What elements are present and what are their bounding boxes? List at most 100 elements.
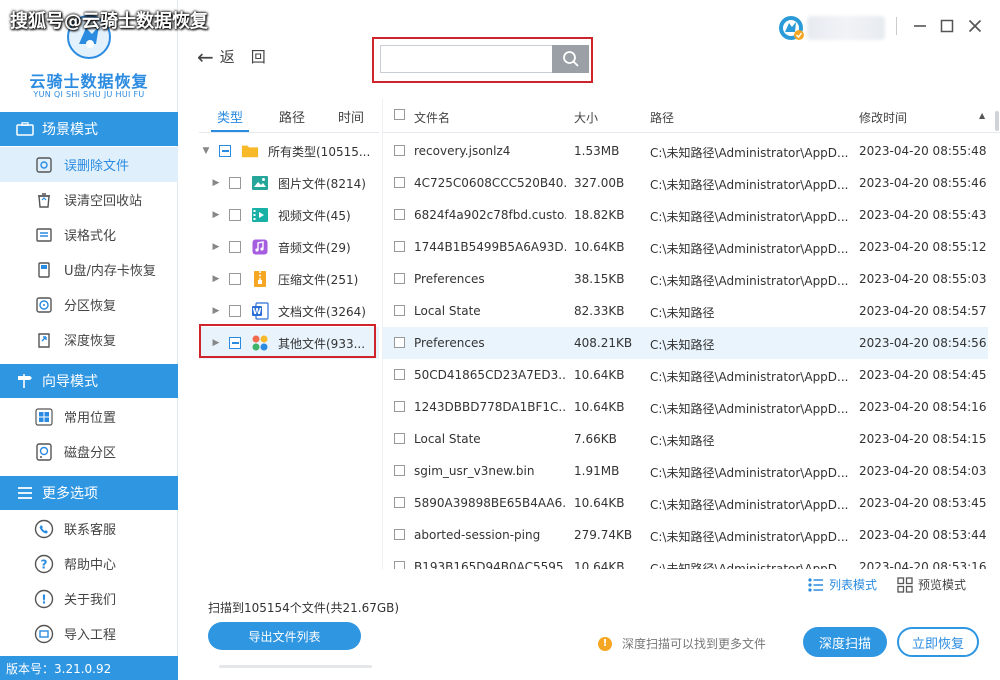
table-row[interactable]: 6824f4a902c78fbd.custo... 18.82KB C:\未知路径\… [383,199,988,231]
tree-checkbox[interactable] [229,177,241,189]
avatar[interactable] [777,14,805,42]
minimize-button[interactable] [908,14,932,38]
tree-item-all-types[interactable]: ▼ 所有类型(10515... [199,135,379,167]
section-header-scene: 场景模式 [0,112,178,146]
list-mode-toggle[interactable]: 列表模式 [808,576,877,593]
expand-triangle-icon[interactable]: ▶ [209,210,223,220]
row-checkbox[interactable] [394,305,405,316]
expand-triangle-icon[interactable]: ▶ [209,178,223,188]
row-checkbox[interactable] [394,529,405,540]
table-row[interactable]: Local State 82.33KB C:\未知路径 2023-04-20 08:5… [383,295,988,327]
table-row[interactable]: Preferences 408.21KB C:\未知路径 2023-04-20 08:… [383,327,988,359]
tree-item-documents[interactable]: ▶ W 文档文件(3264) [199,295,379,327]
tree-item-audio[interactable]: ▶ 音频文件(29) [199,231,379,263]
table-row[interactable]: 4C725C0608CCC520B40... 327.00B C:\未知路径\Adm… [383,167,988,199]
expand-triangle-icon[interactable]: ▶ [209,338,223,348]
sort-ascending-icon[interactable]: ▲ [979,111,985,120]
import-icon [34,624,54,644]
column-header-time[interactable]: 修改时间 [859,109,907,126]
tree-checkbox[interactable] [229,241,241,253]
table-row[interactable]: 50CD41865CD23A7ED3... 10.64KB C:\未知路径\Admi… [383,359,988,391]
username-blurred [807,16,885,40]
tree-checkbox[interactable] [219,145,231,157]
sidebar-item-about[interactable]: ! 关于我们 [0,581,178,616]
tree-item-images[interactable]: ▶ 图片文件(8214) [199,167,379,199]
sidebar-item-common-locations[interactable]: 常用位置 [0,399,178,434]
maximize-icon [940,19,954,33]
sidebar-item-deleted-files[interactable]: 误删除文件 [0,147,178,182]
sidebar-item-deep-recovery[interactable]: 深度恢复 [0,322,178,357]
table-row[interactable]: Local State 7.66KB C:\未知路径 2023-04-20 08:54… [383,423,988,455]
tree-item-archives[interactable]: ▶ 压缩文件(251) [199,263,379,295]
table-vertical-scrollbar[interactable] [995,111,999,131]
row-checkbox[interactable] [394,401,405,412]
search-button[interactable] [552,45,589,73]
sidebar-item-import-project[interactable]: 导入工程 [0,616,178,651]
tree-checkbox[interactable] [229,209,241,221]
recover-now-button[interactable]: 立即恢复 [897,627,979,657]
tab-path[interactable]: 路径 [279,107,305,126]
preview-mode-toggle[interactable]: 预览模式 [897,576,966,593]
tree-item-other-files[interactable]: ▶ 其他文件(933... [199,327,379,359]
row-checkbox[interactable] [394,369,405,380]
expand-triangle-icon[interactable]: ▶ [209,242,223,252]
table-row[interactable]: recovery.jsonlz4 1.53MB C:\未知路径\Administra… [383,135,988,167]
sidebar-item-support[interactable]: 联系客服 [0,511,178,546]
select-all-checkbox[interactable] [394,109,405,120]
tree-horizontal-scrollbar[interactable] [219,665,372,668]
document-file-icon: W [251,302,269,320]
deep-scan-tip: ! 深度扫描可以找到更多文件 [598,635,766,652]
sidebar-item-partition[interactable]: 分区恢复 [0,287,178,322]
image-file-icon [251,174,269,192]
sidebar-item-format[interactable]: 误格式化 [0,217,178,252]
row-checkbox[interactable] [394,241,405,252]
back-button[interactable]: ← 返回 [197,46,282,67]
file-path-cell: C:\未知路径 [650,306,715,320]
deep-scan-button[interactable]: 深度扫描 [803,627,887,657]
row-checkbox[interactable] [394,433,405,444]
table-row[interactable]: 5890A39898BE65B4AA6... 10.64KB C:\未知路径\Adm… [383,487,988,519]
row-checkbox[interactable] [394,209,405,220]
sidebar-item-label: 误删除文件 [64,159,130,174]
list-view-icon [808,577,823,592]
folder-icon [241,142,259,160]
maximize-button[interactable] [935,14,959,38]
sidebar-item-help[interactable]: ? 帮助中心 [0,546,178,581]
column-header-name[interactable]: 文件名 [414,109,450,126]
row-checkbox[interactable] [394,337,405,348]
column-header-path[interactable]: 路径 [650,109,674,126]
table-row[interactable]: sgim_usr_v3new.bin 1.91MB C:\未知路径\Administ… [383,455,988,487]
tree-item-label: 压缩文件(251) [278,272,359,287]
search-input[interactable] [380,45,552,73]
tree-checkbox[interactable] [229,337,241,349]
row-checkbox[interactable] [394,177,405,188]
expand-triangle-icon[interactable]: ▶ [209,306,223,316]
row-checkbox[interactable] [394,497,405,508]
row-checkbox[interactable] [394,465,405,476]
collapse-triangle-icon[interactable]: ▼ [199,146,213,156]
tree-item-label: 视频文件(45) [278,208,351,223]
archive-file-icon [251,270,269,288]
tree-checkbox[interactable] [229,305,241,317]
row-checkbox[interactable] [394,145,405,156]
row-checkbox[interactable] [394,273,405,284]
table-row[interactable]: aborted-session-ping 279.74KB C:\未知路径\Admi… [383,519,988,551]
tab-time[interactable]: 时间 [338,107,364,126]
table-row[interactable]: Preferences 38.15KB C:\未知路径\Administrator\… [383,263,988,295]
table-row[interactable]: 1744B1B5499B5A6A93D... 10.64KB C:\未知路径\Adm… [383,231,988,263]
tree-checkbox[interactable] [229,273,241,285]
row-checkbox[interactable] [394,561,405,569]
sidebar-item-usb[interactable]: U盘/内存卡恢复 [0,252,178,287]
close-button[interactable] [963,14,987,38]
table-row[interactable]: B193B165D94B0AC5595... 10.64KB C:\未知路径\Adm… [383,551,988,569]
export-file-list-button[interactable]: 导出文件列表 [208,622,361,650]
sidebar-item-recycle-bin[interactable]: 误清空回收站 [0,182,178,217]
column-header-size[interactable]: 大小 [574,109,598,126]
sidebar-item-disk-partition[interactable]: 磁盘分区 [0,434,178,469]
sidebar-item-label: 帮助中心 [64,558,117,573]
expand-triangle-icon[interactable]: ▶ [209,274,223,284]
tree-item-videos[interactable]: ▶ 视频文件(45) [199,199,379,231]
tab-type[interactable]: 类型 [217,107,243,126]
table-row[interactable]: 1243DBBD778DA1BF1C... 10.64KB C:\未知路径\Admi… [383,391,988,423]
file-size-cell: 10.64KB [574,560,625,569]
